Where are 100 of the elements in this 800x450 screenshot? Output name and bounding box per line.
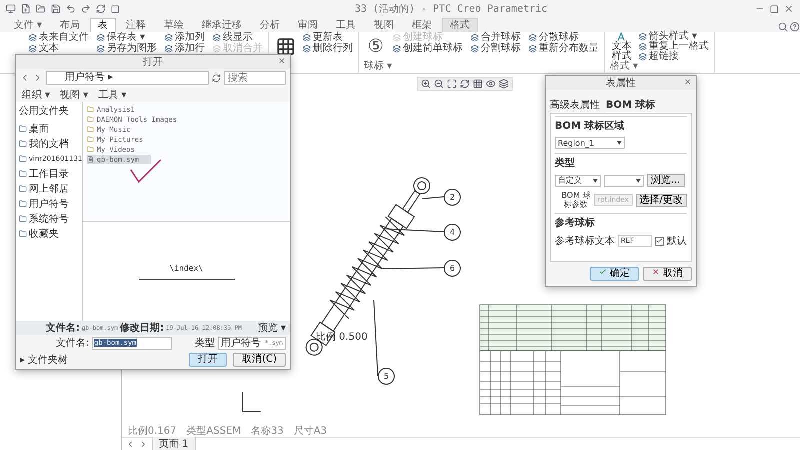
command-icon — [639, 53, 647, 61]
app-icon[interactable] — [6, 4, 16, 14]
ribbon-tab[interactable]: 视图 — [366, 18, 402, 32]
ribbon-command[interactable]: 删除行列 — [303, 43, 353, 54]
group-label[interactable]: 格式 ▾ — [610, 62, 709, 73]
ribbon-tab[interactable]: 表 — [90, 18, 116, 32]
undo-icon[interactable] — [66, 4, 76, 14]
ribbon-command[interactable]: 更新表 — [303, 32, 353, 43]
symbol-dropdown[interactable] — [604, 174, 644, 186]
field-label: 参考球标文本 — [555, 234, 615, 248]
fit-icon[interactable] — [447, 79, 457, 89]
ribbon-tab[interactable]: 格式 — [442, 18, 478, 32]
next-page-icon[interactable] — [139, 440, 148, 448]
ribbon-tab[interactable]: 注释 — [118, 18, 154, 32]
type-dropdown[interactable]: 自定义 — [555, 174, 601, 186]
ribbon-command[interactable]: 另存为图形 — [97, 43, 157, 54]
zoom-out-icon[interactable] — [434, 79, 444, 89]
address-field[interactable]: 用户符号 ▸ — [46, 71, 209, 85]
previous-page-icon[interactable] — [126, 440, 135, 448]
folder-icon — [87, 116, 94, 123]
page-tab[interactable]: 页面 1 — [152, 436, 196, 450]
close-icon[interactable] — [684, 78, 692, 86]
ribbon-command[interactable]: 超链接 — [639, 52, 709, 62]
ribbon-command[interactable]: 创建简单球标 — [393, 43, 463, 54]
text-style-button[interactable]: 文本样式 — [610, 32, 634, 62]
status-text: 名称33 — [251, 425, 284, 437]
folder-tree-toggle[interactable]: ▸ 文件夹树 — [20, 353, 68, 367]
ribbon-tab[interactable]: 框架 — [404, 18, 440, 32]
field-label: 文件名: — [56, 336, 90, 350]
close-icon[interactable] — [278, 57, 286, 65]
folder-icon — [19, 170, 27, 178]
search-icon[interactable] — [778, 22, 788, 32]
ribbon-tab[interactable]: 文件 ▾ — [6, 18, 50, 32]
cancel-button[interactable]: 取消(C) — [233, 353, 286, 367]
refresh-icon[interactable] — [460, 79, 470, 89]
ribbon-tab[interactable]: 布局 — [52, 18, 88, 32]
sidebar-item[interactable]: 工作目录 — [19, 167, 79, 181]
maximize-icon[interactable] — [770, 4, 779, 14]
ribbon-command[interactable]: 重新分布数量 — [529, 43, 599, 54]
zoom-in-icon[interactable] — [421, 79, 431, 89]
sidebar-item[interactable]: 用户符号 — [19, 197, 79, 211]
toolbar-menu[interactable]: 视图 ▾ — [60, 88, 88, 102]
close-icon[interactable] — [784, 4, 794, 14]
sidebar-item[interactable]: 我的文档 — [19, 137, 79, 151]
balloon-command[interactable]: ⑤ — [364, 32, 388, 62]
command-icon — [639, 33, 647, 41]
ribbon-command[interactable]: 文本 — [29, 43, 89, 54]
select-button[interactable]: 选择/更改 — [636, 194, 687, 206]
ribbon-command[interactable]: 分散球标 — [529, 32, 599, 43]
eye-icon[interactable] — [486, 79, 496, 89]
region-dropdown[interactable]: Region_1 — [555, 137, 625, 149]
new-file-icon[interactable] — [21, 4, 31, 14]
sidebar-item[interactable]: 系统符号 — [19, 212, 79, 226]
leader-line — [422, 196, 444, 200]
folder-icon — [19, 215, 27, 223]
ribbon-command[interactable]: 箭头样式 ▾ — [639, 32, 709, 42]
ribbon-tab[interactable]: 草绘 — [156, 18, 192, 32]
ribbon-command[interactable]: 分割球标 — [471, 43, 521, 54]
window-icon[interactable] — [111, 4, 120, 14]
group-label[interactable]: 球标 ▾ — [364, 62, 599, 73]
dialog-tab[interactable]: 高级表属性 — [550, 98, 600, 113]
ribbon-tab[interactable]: 继承迁移 — [194, 18, 250, 32]
ok-button[interactable]: 确定 — [590, 267, 639, 281]
refresh-icon[interactable] — [212, 74, 221, 82]
save-icon[interactable] — [51, 4, 61, 14]
sidebar-item[interactable]: 桌面 — [19, 122, 79, 136]
sidebar-item[interactable]: 网上邻居 — [19, 182, 79, 196]
caret-icon — [636, 178, 641, 182]
ribbon-command[interactable]: 表来自文件 — [29, 32, 89, 43]
sidebar-title: 公用文件夹 — [19, 104, 70, 118]
command-icon — [165, 44, 173, 52]
toolbar-menu[interactable]: 工具 ▾ — [98, 88, 127, 102]
dialog-title: 打开 — [143, 56, 163, 69]
preview-toggle[interactable]: 预览 ▾ — [258, 321, 286, 335]
cancel-button[interactable]: 取消 — [642, 267, 692, 281]
default-checkbox[interactable] — [655, 236, 664, 246]
regenerate-icon[interactable] — [96, 4, 106, 14]
ribbon-tab[interactable]: 工具 — [328, 18, 364, 32]
ribbon-command[interactable]: 添加行 — [165, 43, 205, 54]
browse-button[interactable]: 浏览... — [647, 174, 685, 187]
item-balloon: 5 — [378, 368, 395, 385]
ribbon-command[interactable]: 合并球标 — [471, 32, 521, 43]
search-field[interactable]: 搜索 — [224, 71, 286, 85]
help-icon[interactable] — [790, 22, 800, 32]
ribbon-tab[interactable]: 审阅 — [290, 18, 326, 32]
ribbon-command[interactable]: 线显示 — [213, 32, 263, 43]
leader-line — [384, 228, 444, 232]
toolbar-menu[interactable]: 组织 ▾ — [22, 88, 50, 102]
redo-icon[interactable] — [81, 4, 91, 14]
sidebar-item[interactable]: 收藏夹 — [19, 227, 79, 241]
open-folder-icon[interactable] — [36, 4, 46, 14]
layers-icon[interactable] — [499, 79, 509, 89]
command-icon — [303, 44, 311, 52]
ribbon-command[interactable]: 重复上一格式 — [639, 42, 709, 52]
ribbon-command[interactable]: 添加列 — [165, 32, 205, 43]
grid-icon[interactable] — [473, 79, 483, 89]
ribbon-command[interactable]: 保存表 ▾ — [97, 32, 157, 43]
open-button[interactable]: 打开 — [189, 353, 228, 367]
folder-icon — [19, 200, 27, 208]
ribbon-tab[interactable]: 分析 — [252, 18, 288, 32]
